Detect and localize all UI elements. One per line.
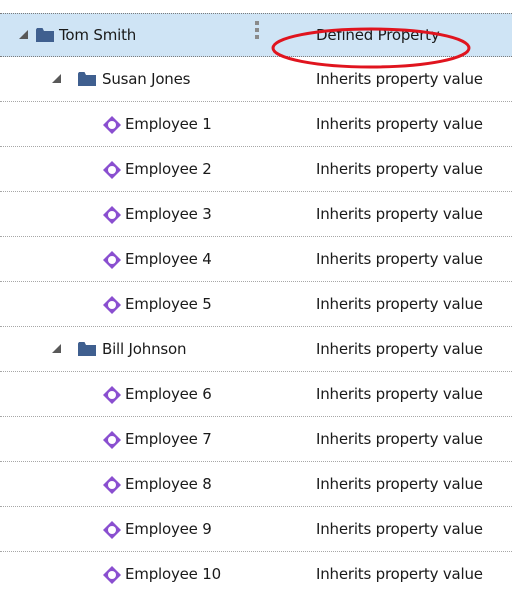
property-value-cell: Inherits property value — [316, 340, 483, 358]
expand-triangle-icon[interactable] — [19, 30, 28, 39]
employee-node-icon — [103, 251, 121, 269]
tree-row-label: Employee 2 — [125, 160, 212, 178]
tree-row-employee-1[interactable]: Employee 1 Inherits property value — [0, 103, 512, 147]
property-value-cell: Inherits property value — [316, 520, 483, 538]
tree-row-label: Bill Johnson — [102, 340, 187, 358]
tree-row-label: Employee 5 — [125, 295, 212, 313]
tree-row-bill-johnson[interactable]: Bill Johnson Inherits property value — [0, 328, 512, 372]
tree-row-employee-6[interactable]: Employee 6 Inherits property value — [0, 373, 512, 417]
tree-row-label: Employee 8 — [125, 475, 212, 493]
folder-icon — [78, 342, 96, 356]
tree-row-label: Employee 6 — [125, 385, 212, 403]
tree-row-employee-10[interactable]: Employee 10 Inherits property value — [0, 553, 512, 597]
column-resize-handle[interactable] — [254, 19, 260, 49]
expand-triangle-icon[interactable] — [52, 74, 61, 83]
tree-row-label: Employee 10 — [125, 565, 221, 583]
tree-row-tom-smith[interactable]: Tom Smith Defined Property — [0, 13, 512, 69]
employee-node-icon — [103, 476, 121, 494]
property-value-cell: Inherits property value — [316, 205, 483, 223]
tree-row-employee-5[interactable]: Employee 5 Inherits property value — [0, 283, 512, 327]
employee-node-icon — [103, 386, 121, 404]
tree-row-employee-7[interactable]: Employee 7 Inherits property value — [0, 418, 512, 462]
property-value-cell: Inherits property value — [316, 250, 483, 268]
tree-row-employee-3[interactable]: Employee 3 Inherits property value — [0, 193, 512, 237]
tree-row-employee-9[interactable]: Employee 9 Inherits property value — [0, 508, 512, 552]
tree-row-susan-jones[interactable]: Susan Jones Inherits property value — [0, 58, 512, 102]
folder-icon — [36, 28, 54, 42]
property-value-cell: Inherits property value — [316, 475, 483, 493]
expand-triangle-icon[interactable] — [52, 344, 61, 353]
property-value-cell: Inherits property value — [316, 295, 483, 313]
org-tree: Tom Smith Defined Property Susan Jones I… — [0, 0, 512, 587]
employee-node-icon — [103, 161, 121, 179]
tree-row-employee-4[interactable]: Employee 4 Inherits property value — [0, 238, 512, 282]
tree-row-employee-2[interactable]: Employee 2 Inherits property value — [0, 148, 512, 192]
property-value-cell: Inherits property value — [316, 430, 483, 448]
employee-node-icon — [103, 431, 121, 449]
property-value-cell: Inherits property value — [316, 565, 483, 583]
tree-row-label: Employee 3 — [125, 205, 212, 223]
tree-row-label: Employee 7 — [125, 430, 212, 448]
property-value-cell: Inherits property value — [316, 115, 483, 133]
tree-row-label: Susan Jones — [102, 70, 191, 88]
employee-node-icon — [103, 566, 121, 584]
employee-node-icon — [103, 296, 121, 314]
tree-row-label: Employee 1 — [125, 115, 212, 133]
employee-node-icon — [103, 206, 121, 224]
property-value-cell: Inherits property value — [316, 70, 483, 88]
property-value-cell: Inherits property value — [316, 385, 483, 403]
folder-icon — [78, 72, 96, 86]
tree-row-label: Employee 4 — [125, 250, 212, 268]
employee-node-icon — [103, 521, 121, 539]
tree-row-employee-8[interactable]: Employee 8 Inherits property value — [0, 463, 512, 507]
property-value-cell: Inherits property value — [316, 160, 483, 178]
tree-row-label: Employee 9 — [125, 520, 212, 538]
tree-row-label: Tom Smith — [59, 26, 137, 44]
employee-node-icon — [103, 116, 121, 134]
